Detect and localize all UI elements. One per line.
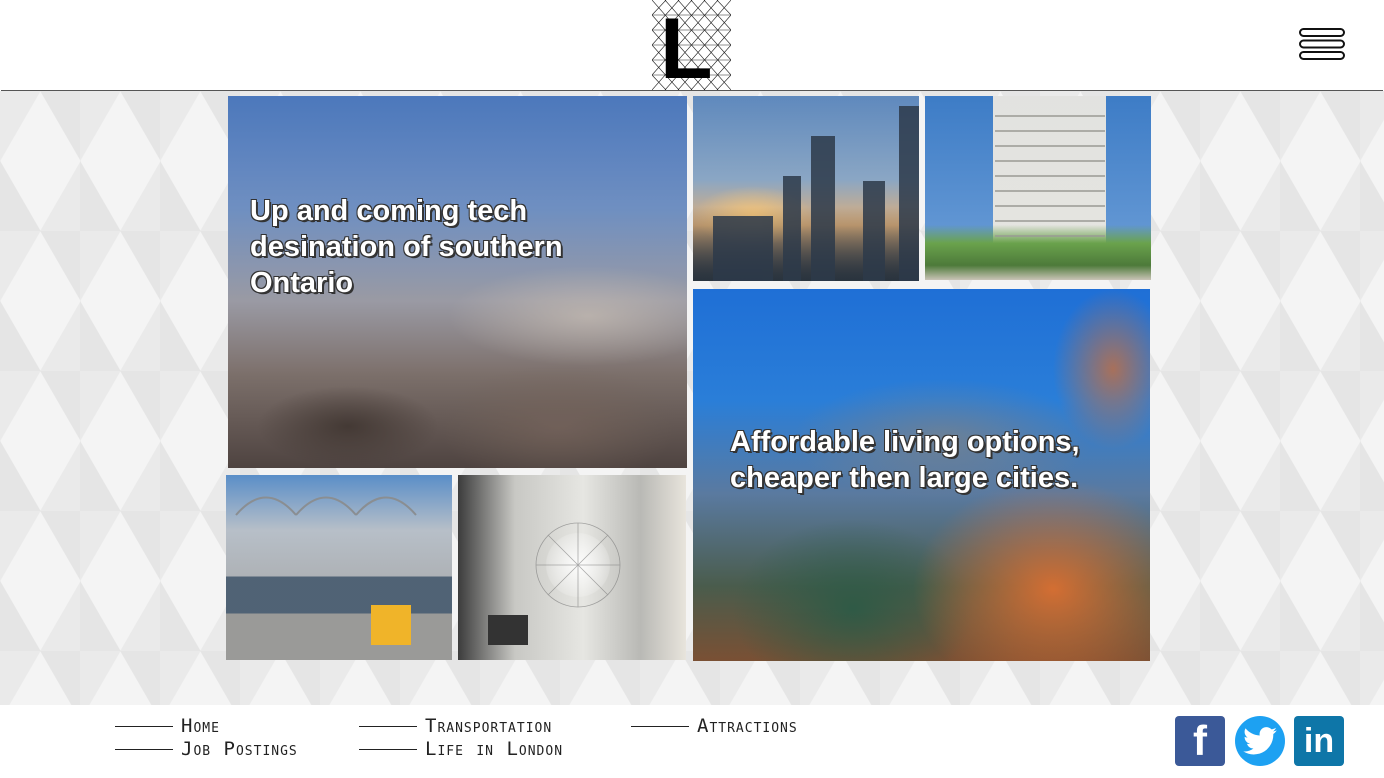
background-pattern: [0, 91, 1384, 705]
facebook-icon: f: [1193, 717, 1207, 764]
hamburger-icon: [1299, 28, 1345, 60]
nav-transportation[interactable]: Transportation: [359, 715, 552, 737]
affordable-living-text: Affordable living options, cheaper then …: [730, 426, 1080, 494]
menu-button[interactable]: [1298, 27, 1346, 61]
nav-dash: [359, 748, 417, 750]
nav-label: Home: [181, 715, 220, 737]
condo-building-image[interactable]: [925, 96, 1151, 280]
logo[interactable]: L: [651, 0, 732, 97]
nav-attractions[interactable]: Attractions: [631, 715, 798, 737]
nav-home[interactable]: Home: [115, 715, 220, 737]
linkedin-icon: in: [1303, 721, 1335, 760]
modern-building-image[interactable]: [226, 475, 452, 660]
affordable-living-tile[interactable]: Affordable living options, cheaper then …: [693, 289, 1150, 661]
nav-dash: [359, 725, 417, 727]
nav-life-in-london[interactable]: Life in London: [359, 738, 563, 760]
nav-dash: [115, 748, 173, 750]
nav-label: Attractions: [697, 715, 798, 737]
twitter-link[interactable]: [1235, 716, 1285, 766]
nav-label: Life in London: [425, 738, 564, 760]
nav-job-postings[interactable]: Job Postings: [115, 738, 298, 760]
twitter-icon: [1243, 727, 1277, 755]
nav-label: Job Postings: [181, 738, 298, 760]
nav-dash: [115, 725, 173, 727]
city-skyline-image[interactable]: [693, 96, 919, 281]
facebook-link[interactable]: f: [1175, 716, 1225, 766]
nav-label: Transportation: [425, 715, 553, 737]
nav-dash: [631, 725, 689, 727]
site-header: L: [0, 0, 1384, 97]
tech-destination-text: Up and coming tech desination of souther…: [250, 195, 563, 299]
linkedin-link[interactable]: in: [1294, 716, 1344, 766]
logo-letter: L: [660, 1, 713, 90]
office-interior-image[interactable]: [458, 475, 686, 660]
tech-destination-tile[interactable]: Up and coming tech desination of souther…: [228, 96, 687, 468]
